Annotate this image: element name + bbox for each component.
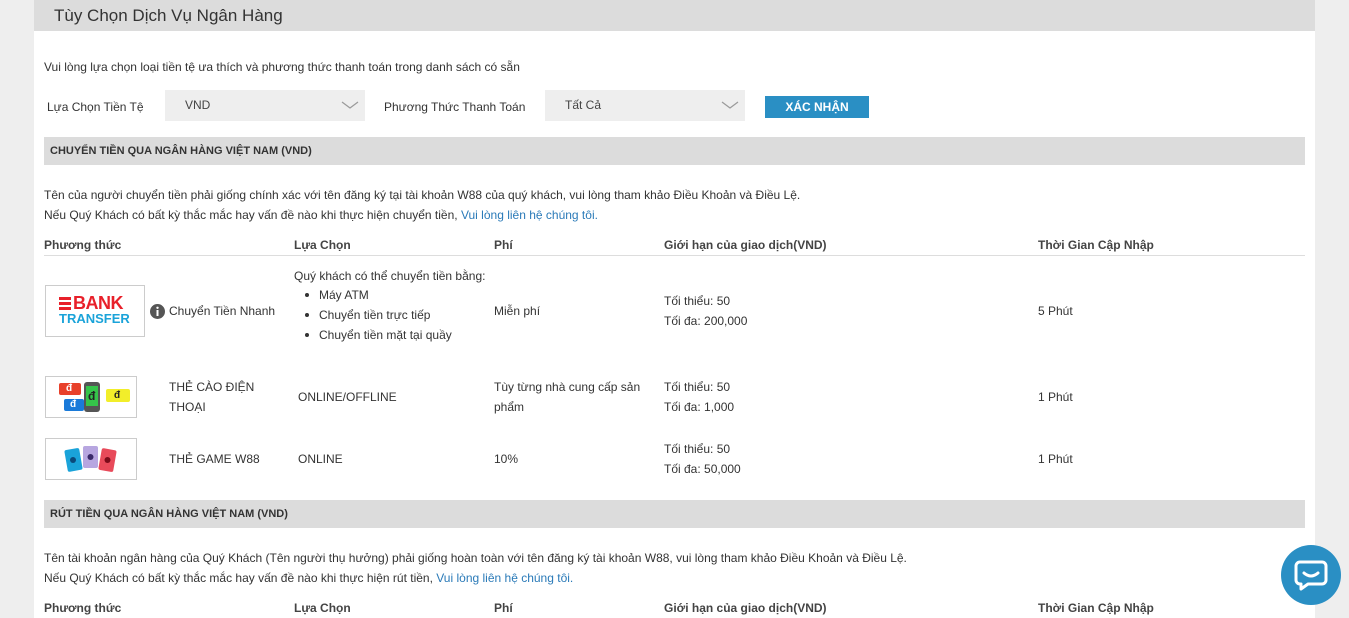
card-glyph: đ: [66, 383, 73, 394]
col-limit: Giới hạn của giao dịch(VND): [664, 601, 827, 615]
withdraw-note-2-text: Nếu Quý Khách có bất kỳ thắc mắc hay vấn…: [44, 571, 437, 585]
time-value: 5 Phút: [1038, 304, 1073, 318]
col-option: Lựa Chọn: [294, 601, 351, 615]
fee-value: 10%: [494, 452, 519, 466]
col-time: Thời Gian Cập Nhập: [1038, 601, 1154, 615]
currency-value: VND: [185, 98, 211, 112]
card-glyph: đ: [114, 390, 121, 401]
option-list: Máy ATM Chuyển tiền trực tiếp Chuyển tiề…: [294, 285, 452, 345]
method-name-phone-card-line2: THOẠI: [169, 400, 206, 414]
method-name-fast-transfer: Chuyển Tiền Nhanh: [169, 304, 276, 318]
col-fee: Phí: [494, 238, 513, 252]
limit-max: Tối đa: 50,000: [664, 462, 741, 476]
intro-text: Vui lòng lựa chọn loại tiền tệ ưa thích …: [44, 60, 520, 74]
payment-method-select[interactable]: Tất Cả: [545, 90, 745, 121]
bank-transfer-logo: BANK TRANSFER: [45, 285, 145, 337]
chat-button[interactable]: [1281, 545, 1341, 605]
limit-max: Tối đa: 1,000: [664, 400, 735, 414]
chevron-down-icon: [721, 101, 739, 109]
chevron-down-icon: [341, 101, 359, 109]
card-glyph: đ: [88, 389, 96, 403]
deposit-note-2-text: Nếu Quý Khách có bất kỳ thắc mắc hay vấn…: [44, 208, 461, 222]
limit-min: Tối thiểu: 50: [664, 442, 731, 456]
col-time: Thời Gian Cập Nhập: [1038, 238, 1154, 252]
confirm-button[interactable]: XÁC NHẬN: [765, 96, 869, 118]
payment-method-label: Phương Thức Thanh Toán: [384, 100, 526, 114]
deposit-section-title: CHUYỂN TIỀN QUA NGÂN HÀNG VIỆT NAM (VND): [50, 145, 312, 157]
col-option: Lựa Chọn: [294, 238, 351, 252]
bank-logo-text: BANK: [73, 293, 124, 313]
option-intro: Quý khách có thể chuyển tiền bằng:: [294, 269, 486, 283]
method-name-game-card: THẺ GAME W88: [169, 452, 260, 466]
info-icon[interactable]: [150, 304, 165, 319]
list-item: Chuyển tiền trực tiếp: [294, 305, 452, 325]
currency-label: Lựa Chọn Tiền Tệ: [47, 100, 144, 114]
col-fee: Phí: [494, 601, 513, 615]
limit-min: Tối thiểu: 50: [664, 380, 731, 394]
page-title: Tùy Chọn Dịch Vụ Ngân Hàng: [54, 6, 283, 25]
game-card-logo: [45, 438, 137, 480]
deposit-note-2: Nếu Quý Khách có bất kỳ thắc mắc hay vấn…: [44, 208, 598, 222]
deposit-section-header: CHUYỂN TIỀN QUA NGÂN HÀNG VIỆT NAM (VND): [44, 137, 1305, 165]
deposit-contact-link[interactable]: Vui lòng liên hệ chúng tôi.: [461, 208, 598, 222]
playing-cards-icon: [64, 446, 117, 472]
withdraw-note-1: Tên tài khoản ngân hàng của Quý Khách (T…: [44, 551, 907, 565]
currency-select[interactable]: VND: [165, 90, 365, 121]
chat-icon: [1294, 560, 1328, 591]
bank-logo-mark: [59, 297, 71, 311]
limit-min: Tối thiểu: 50: [664, 294, 731, 308]
fee-value-line2: phẩm: [494, 400, 525, 414]
time-value: 1 Phút: [1038, 390, 1073, 404]
card-glyph: đ: [70, 399, 77, 410]
withdraw-note-2: Nếu Quý Khách có bất kỳ thắc mắc hay vấn…: [44, 571, 573, 585]
transfer-logo-text: TRANSFER: [59, 311, 130, 326]
option-value: ONLINE/OFFLINE: [298, 390, 397, 404]
fee-value-line1: Tùy từng nhà cung cấp sản: [494, 380, 641, 394]
table-divider: [44, 255, 1305, 256]
col-method: Phương thức: [44, 601, 122, 615]
limit-max: Tối đa: 200,000: [664, 314, 748, 328]
col-method: Phương thức: [44, 238, 122, 252]
col-limit: Giới hạn của giao dịch(VND): [664, 238, 827, 252]
phone-card-logo: đ đ đ đ: [45, 376, 137, 418]
option-value: ONLINE: [298, 452, 343, 466]
deposit-note-1: Tên của người chuyển tiền phải giống chí…: [44, 188, 801, 202]
page-header: Tùy Chọn Dịch Vụ Ngân Hàng: [34, 0, 1315, 31]
list-item: Chuyển tiền mặt tại quầy: [294, 325, 452, 345]
page-container: Tùy Chọn Dịch Vụ Ngân Hàng Vui lòng lựa …: [34, 0, 1315, 618]
withdraw-section-header: RÚT TIỀN QUA NGÂN HÀNG VIỆT NAM (VND): [44, 500, 1305, 528]
time-value: 1 Phút: [1038, 452, 1073, 466]
method-name-phone-card-line1: THẺ CÀO ĐIỆN: [169, 380, 255, 394]
withdraw-section-title: RÚT TIỀN QUA NGÂN HÀNG VIỆT NAM (VND): [50, 508, 288, 520]
fee-value: Miễn phí: [494, 304, 541, 318]
payment-method-value: Tất Cả: [565, 98, 602, 112]
withdraw-contact-link[interactable]: Vui lòng liên hệ chúng tôi.: [436, 571, 573, 585]
list-item: Máy ATM: [294, 285, 452, 305]
